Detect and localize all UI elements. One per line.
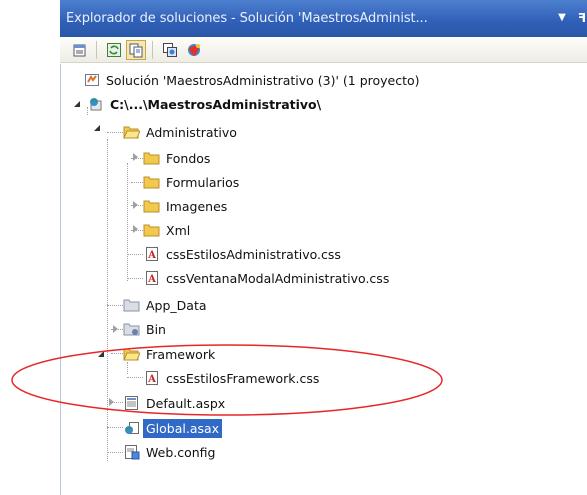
tree-line (107, 139, 108, 461)
collapse-framework-toggle[interactable] (97, 350, 106, 359)
properties-icon (73, 44, 86, 57)
formularios-label: Formularios (166, 174, 240, 190)
show-all-files-button[interactable] (126, 40, 146, 60)
global-asax-label: Global.asax (143, 418, 223, 438)
tree-line (107, 427, 123, 428)
dropdown-arrow-icon[interactable]: ▼ (554, 9, 570, 27)
folder-icon (143, 198, 160, 215)
expand-default-aspx-toggle[interactable] (107, 398, 116, 407)
expand-xml-toggle[interactable] (131, 225, 140, 234)
refresh-icon (107, 43, 121, 57)
css-file-icon: A (143, 246, 160, 263)
folder-icon (143, 222, 160, 239)
tree-node-default-aspx[interactable]: Default.aspx (123, 392, 228, 414)
svg-text:A: A (147, 374, 156, 385)
solution-icon (83, 72, 100, 89)
tree-line (127, 377, 143, 378)
xml-label: Xml (166, 222, 191, 238)
svg-text:A: A (147, 250, 156, 261)
solution-explorer-toolbar (60, 37, 587, 63)
css-estilos-administrativo-label: cssEstilosAdministrativo.css (166, 246, 341, 262)
toolbar-separator (96, 41, 97, 59)
expand-bin-toggle[interactable] (111, 325, 120, 334)
bin-label: Bin (146, 321, 166, 337)
solution-label: Solución 'MaestrosAdministrativo (3)' (1… (106, 72, 420, 88)
tree-node-app-data[interactable]: App_Data (123, 294, 210, 316)
tree-node-css-estilos-framework[interactable]: A cssEstilosFramework.css (143, 367, 322, 389)
open-folder-icon (123, 346, 140, 363)
tree-node-global-asax[interactable]: Global.asax (123, 417, 223, 439)
tree-node-formularios[interactable]: Formularios (143, 171, 242, 193)
window-title: Explorador de soluciones - Solución 'Mae… (66, 11, 428, 26)
pin-icon[interactable]: ꟻ (574, 9, 587, 27)
expand-fondos-toggle[interactable] (131, 153, 140, 162)
framework-label: Framework (146, 346, 216, 362)
refresh-button[interactable] (104, 40, 124, 60)
toolbar-separator (152, 41, 153, 59)
tree-node-bin[interactable]: Bin (123, 318, 169, 340)
tree-node-fondos[interactable]: Fondos (143, 147, 213, 169)
solution-tree: Solución 'MaestrosAdministrativo (3)' (1… (60, 64, 587, 495)
tree-line (127, 254, 143, 255)
tree-line (127, 278, 143, 279)
tree-node-solution[interactable]: Solución 'MaestrosAdministrativo (3)' (1… (83, 69, 423, 91)
copy-website-icon (163, 43, 177, 57)
properties-button[interactable] (70, 40, 90, 60)
tree-node-imagenes[interactable]: Imagenes (143, 195, 230, 217)
asp-net-configuration-icon (188, 44, 200, 56)
tree-line (111, 353, 123, 354)
css-file-icon: A (143, 270, 160, 287)
tree-line (107, 305, 123, 306)
svg-text:A: A (147, 274, 156, 285)
imagenes-label: Imagenes (166, 198, 228, 214)
folder-icon (143, 150, 160, 167)
global-asax-icon (123, 420, 140, 437)
tree-line (107, 452, 123, 453)
default-aspx-label: Default.aspx (146, 395, 226, 411)
expand-imagenes-toggle[interactable] (131, 201, 140, 210)
fondos-label: Fondos (166, 150, 211, 166)
tree-node-xml[interactable]: Xml (143, 219, 193, 241)
tree-node-project[interactable]: C:\...\MaestrosAdministrativo\ (87, 93, 324, 115)
css-estilos-framework-label: cssEstilosFramework.css (166, 370, 320, 386)
tree-line (131, 182, 143, 183)
tree-line (127, 163, 128, 281)
folder-icon (143, 174, 160, 191)
aspx-file-icon (123, 395, 140, 412)
tree-line (107, 132, 123, 133)
open-folder-icon (123, 124, 140, 141)
window-title-bar: Explorador de soluciones - Solución 'Mae… (60, 0, 587, 37)
app-data-label: App_Data (146, 297, 207, 313)
tree-node-web-config[interactable]: Web.config (123, 441, 218, 463)
tree-node-framework[interactable]: Framework (123, 343, 218, 365)
bin-folder-icon (123, 321, 140, 338)
tree-node-css-ventana-modal[interactable]: A cssVentanaModalAdministrativo.css (143, 267, 392, 289)
app-data-folder-icon (123, 297, 140, 314)
collapse-administrativo-toggle[interactable] (93, 124, 102, 133)
css-ventana-modal-label: cssVentanaModalAdministrativo.css (166, 270, 390, 286)
config-file-icon (123, 444, 140, 461)
css-file-icon: A (143, 370, 160, 387)
asp-net-configuration-button[interactable] (184, 40, 204, 60)
tree-node-administrativo[interactable]: Administrativo (123, 121, 240, 143)
tree-node-css-estilos-administrativo[interactable]: A cssEstilosAdministrativo.css (143, 243, 344, 265)
show-all-files-icon (129, 43, 143, 58)
project-label: C:\...\MaestrosAdministrativo\ (110, 96, 322, 112)
web-config-label: Web.config (146, 444, 216, 460)
copy-website-button[interactable] (160, 40, 180, 60)
administrativo-label: Administrativo (146, 124, 237, 140)
collapse-project-toggle[interactable] (73, 100, 82, 109)
web-project-icon (87, 96, 104, 113)
